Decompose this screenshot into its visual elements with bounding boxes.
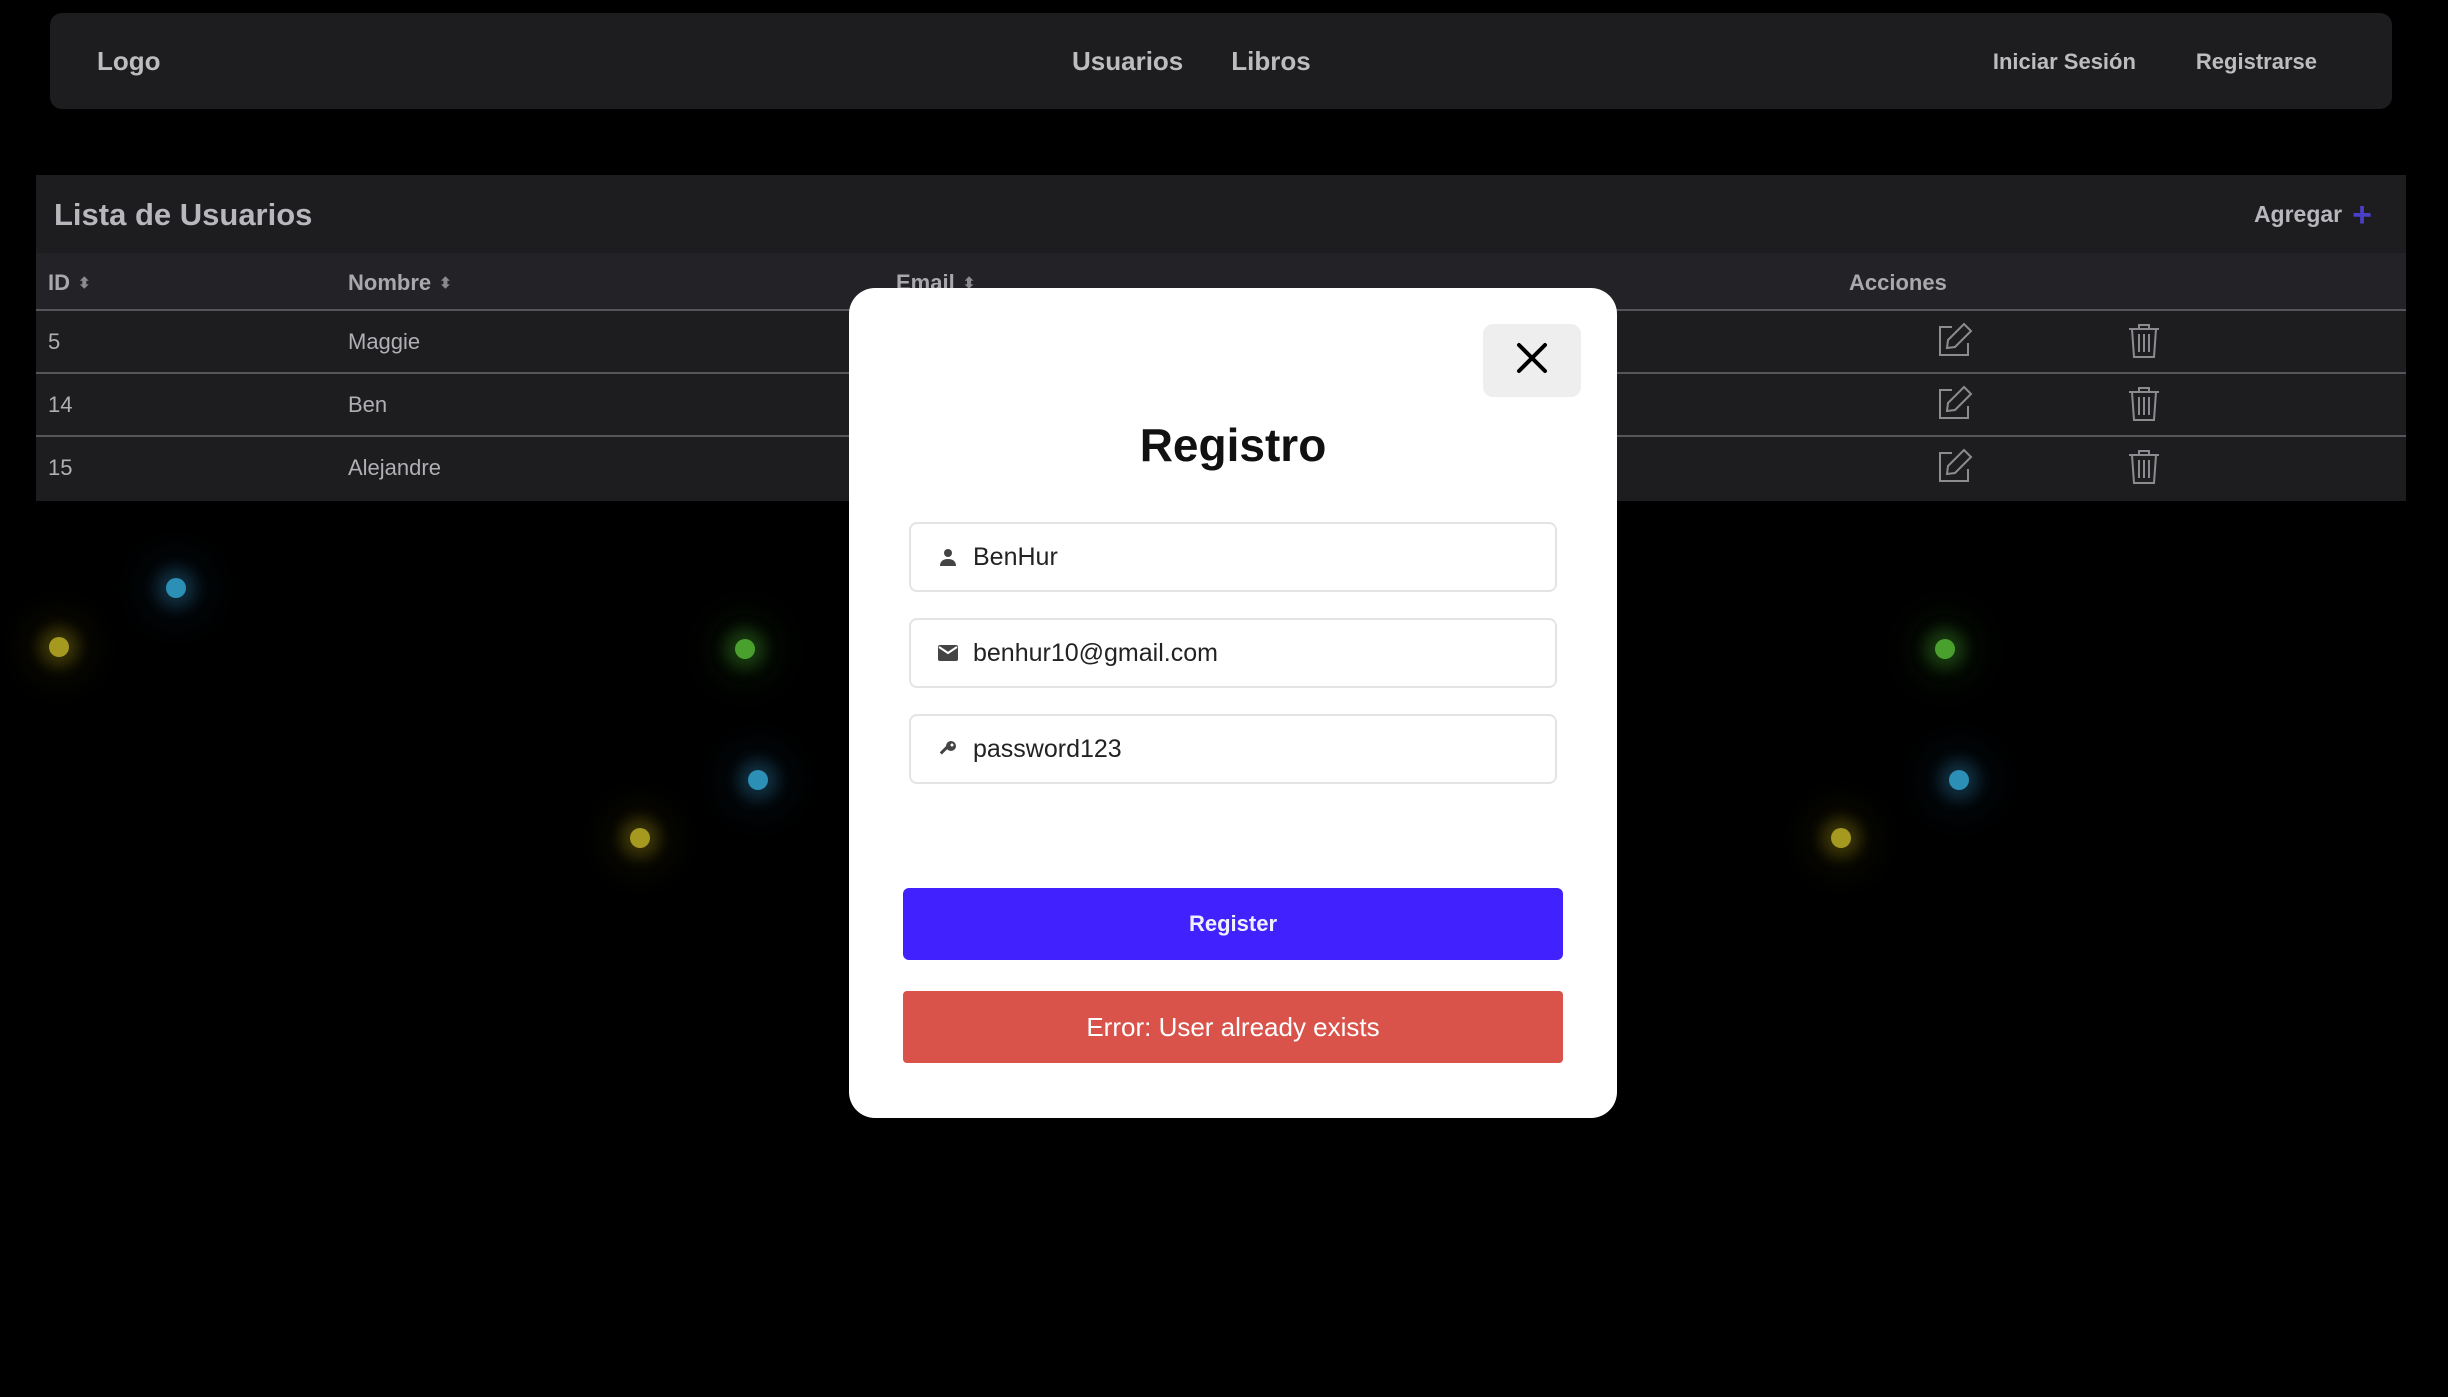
decorative-light bbox=[748, 770, 768, 790]
password-field[interactable] bbox=[909, 714, 1557, 784]
column-label: ID bbox=[48, 270, 70, 295]
decorative-light bbox=[1831, 828, 1851, 848]
user-icon bbox=[937, 546, 959, 568]
cell-id: 5 bbox=[48, 329, 61, 354]
sort-icon: ⬍ bbox=[78, 274, 91, 292]
auth-links: Iniciar Sesión Registrarse bbox=[1993, 49, 2317, 75]
edit-icon[interactable] bbox=[1934, 384, 1974, 424]
username-field[interactable] bbox=[909, 522, 1557, 592]
column-header-nombre[interactable]: Nombre ⬍ bbox=[348, 270, 452, 296]
edit-icon[interactable] bbox=[1934, 321, 1974, 361]
column-header-acciones: Acciones bbox=[1849, 270, 1947, 296]
decorative-light bbox=[49, 637, 69, 657]
decorative-light bbox=[1935, 639, 1955, 659]
close-button[interactable] bbox=[1483, 324, 1581, 397]
decorative-light bbox=[630, 828, 650, 848]
cell-id: 15 bbox=[48, 455, 73, 480]
column-label: Acciones bbox=[1849, 270, 1947, 295]
navbar: Logo Usuarios Libros Iniciar Sesión Regi… bbox=[50, 13, 2392, 109]
modal-title: Registro bbox=[1139, 419, 1327, 471]
nav-link-usuarios[interactable]: Usuarios bbox=[1072, 46, 1183, 77]
email-field[interactable] bbox=[909, 618, 1557, 688]
column-header-id[interactable]: ID ⬍ bbox=[48, 270, 91, 296]
cell-name: Ben bbox=[348, 392, 388, 417]
decorative-light bbox=[1949, 770, 1969, 790]
cell-name: Alejandre bbox=[348, 455, 441, 480]
edit-icon[interactable] bbox=[1934, 447, 1974, 487]
register-modal: Registro Register Error: User already ex… bbox=[849, 288, 1617, 1118]
nav-links: Usuarios Libros bbox=[1072, 46, 1311, 77]
decorative-light bbox=[735, 639, 755, 659]
decorative-light bbox=[166, 578, 186, 598]
nav-link-libros[interactable]: Libros bbox=[1231, 46, 1310, 77]
trash-icon[interactable] bbox=[2124, 321, 2164, 361]
column-label: Nombre bbox=[348, 270, 432, 295]
add-user-button[interactable]: Agregar + bbox=[2253, 195, 2372, 234]
password-input[interactable] bbox=[971, 733, 1535, 765]
plus-icon: + bbox=[2352, 195, 2372, 234]
logo[interactable]: Logo bbox=[97, 46, 161, 77]
cell-name: Maggie bbox=[348, 329, 421, 354]
trash-icon[interactable] bbox=[2124, 447, 2164, 487]
cell-id: 14 bbox=[48, 392, 73, 417]
trash-icon[interactable] bbox=[2124, 384, 2164, 424]
login-link[interactable]: Iniciar Sesión bbox=[1993, 49, 2136, 75]
username-input[interactable] bbox=[971, 541, 1535, 573]
email-input[interactable] bbox=[971, 637, 1535, 669]
table-title: Lista de Usuarios bbox=[54, 197, 313, 232]
error-message: Error: User already exists bbox=[903, 991, 1563, 1063]
add-label: Agregar bbox=[2253, 201, 2343, 227]
sort-icon: ⬍ bbox=[439, 274, 452, 292]
register-link[interactable]: Registrarse bbox=[2196, 49, 2317, 75]
register-button[interactable]: Register bbox=[903, 888, 1563, 960]
key-icon bbox=[937, 738, 959, 760]
close-icon bbox=[1515, 341, 1549, 380]
mail-icon bbox=[937, 642, 959, 664]
